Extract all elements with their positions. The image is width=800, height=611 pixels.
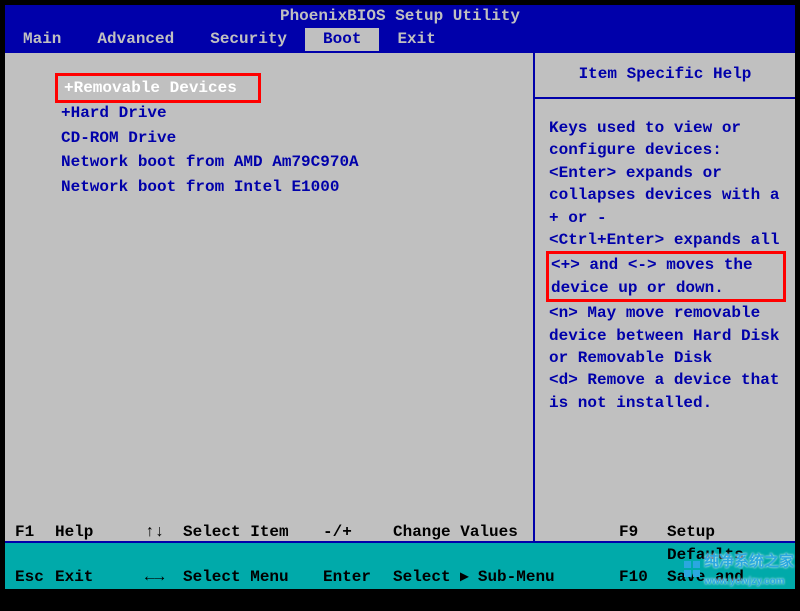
boot-item-label: +Removable Devices (64, 79, 237, 97)
help-panel: Item Specific Help Keys used to view or … (535, 53, 795, 541)
watermark-text: 纯净系统之家 (704, 553, 794, 570)
footer-hints: F1 Help ↑↓ Select Item -/+ Change Values… (5, 543, 795, 589)
help-line: <d> Remove a device that is not installe… (549, 369, 783, 414)
boot-item-net-intel[interactable]: Network boot from Intel E1000 (61, 175, 533, 199)
watermark-url: www.ycwjzy.com (704, 576, 785, 587)
boot-item-cdrom[interactable]: CD-ROM Drive (61, 126, 533, 150)
boot-item-removable-highlight[interactable]: +Removable Devices (55, 73, 261, 103)
tab-main[interactable]: Main (5, 28, 79, 51)
label-exit: Exit (55, 566, 145, 611)
key-leftright: ←→ (145, 566, 183, 611)
help-line: <n> May move removable device between Ha… (549, 302, 783, 369)
label-select-menu: Select Menu (183, 566, 323, 611)
bios-window: PhoenixBIOS Setup Utility Main Advanced … (3, 3, 797, 591)
tab-security[interactable]: Security (192, 28, 305, 51)
watermark: 纯净系统之家 www.ycwjzy.com (684, 550, 794, 588)
tab-advanced[interactable]: Advanced (79, 28, 192, 51)
key-esc: Esc (15, 566, 55, 611)
key-enter: Enter (323, 566, 393, 611)
watermark-logo-icon (684, 561, 700, 577)
boot-order-panel: +Removable Devices . +Hard Drive CD-ROM … (5, 53, 535, 541)
boot-item-hard-drive[interactable]: +Hard Drive (61, 101, 533, 125)
help-line: <Ctrl+Enter> expands all (549, 229, 783, 251)
help-body: Keys used to view or configure devices: … (535, 99, 795, 426)
help-title: Item Specific Help (535, 53, 795, 99)
key-f10: F10 (619, 566, 667, 611)
key-f9: F9 (619, 521, 667, 566)
content-area: +Removable Devices . +Hard Drive CD-ROM … (5, 51, 795, 543)
tab-exit[interactable]: Exit (379, 28, 453, 51)
title-bar: PhoenixBIOS Setup Utility (5, 5, 795, 28)
help-line: <Enter> expands or collapses devices wit… (549, 162, 783, 229)
help-line: Keys used to view or configure devices: (549, 117, 783, 162)
tab-bar: Main Advanced Security Boot Exit (5, 28, 795, 51)
help-line-highlight: <+> and <-> moves the device up or down. (546, 251, 786, 302)
label-select-submenu: Select ▸ Sub-Menu (393, 566, 619, 611)
boot-item-net-amd[interactable]: Network boot from AMD Am79C970A (61, 150, 533, 174)
tab-boot[interactable]: Boot (305, 28, 379, 51)
footer-row-2: Esc Exit ←→ Select Menu Enter Select ▸ S… (15, 566, 787, 611)
